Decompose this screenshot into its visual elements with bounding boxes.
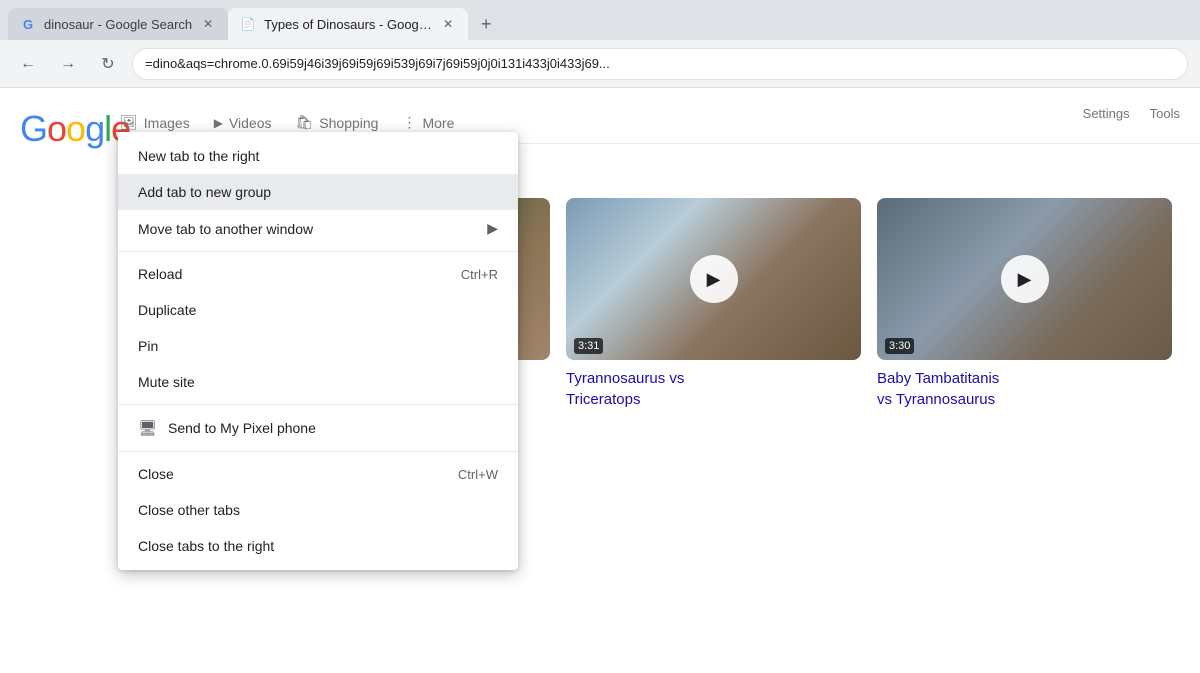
play-button-2[interactable]: ▶: [690, 255, 738, 303]
browser-toolbar: ← → ↻ =dino&aqs=chrome.0.69i59j46i39j69i…: [0, 40, 1200, 88]
menu-label-close: Close: [138, 466, 174, 482]
menu-item-close[interactable]: Close Ctrl+W: [118, 456, 518, 492]
menu-label-pin: Pin: [138, 338, 158, 354]
page-content: Google 🖼 Images ▶ Videos 🛍 Shopping ⋮ Mo…: [0, 88, 1200, 673]
video-thumb-bg-3: ▶: [877, 198, 1172, 360]
logo-o2: o: [66, 108, 85, 149]
tab-1-close[interactable]: ✕: [200, 16, 216, 32]
menu-item-reload[interactable]: Reload Ctrl+R: [118, 256, 518, 292]
shopping-icon: 🛍: [296, 114, 314, 131]
google-logo: Google: [20, 108, 130, 150]
menu-divider-2: [118, 404, 518, 405]
menu-item-close-tabs-right[interactable]: Close tabs to the right: [118, 528, 518, 564]
tab-1[interactable]: G dinosaur - Google Search ✕: [8, 8, 228, 40]
context-menu: New tab to the right Add tab to new grou…: [118, 132, 518, 570]
menu-label-close-tabs-right: Close tabs to the right: [138, 538, 274, 554]
menu-label-new-tab-right: New tab to the right: [138, 148, 259, 164]
video-duration-2: 3:31: [574, 338, 603, 354]
play-button-3[interactable]: ▶: [1001, 255, 1049, 303]
video-title-3: Baby Tambatitanis vs Tyrannosaurus: [877, 368, 1172, 410]
videos-label: Videos: [229, 115, 272, 131]
tools-link[interactable]: Tools: [1150, 106, 1180, 121]
menu-label-send-to-pixel: Send to My Pixel phone: [168, 420, 316, 436]
tab-1-title: dinosaur - Google Search: [44, 17, 192, 32]
menu-divider-3: [118, 451, 518, 452]
tab-2-close[interactable]: ✕: [440, 16, 456, 32]
menu-item-move-tab-window[interactable]: Move tab to another window ▶: [118, 210, 518, 247]
menu-label-mute-site: Mute site: [138, 374, 195, 390]
tab-2[interactable]: 📄 Types of Dinosaurs - Google Do... ✕: [228, 8, 468, 40]
menu-label-add-tab-group: Add tab to new group: [138, 184, 271, 200]
more-icon: ⋮: [402, 114, 416, 131]
address-bar[interactable]: =dino&aqs=chrome.0.69i59j46i39j69i59j69i…: [132, 48, 1188, 80]
video-thumb-2: ▶ 3:31: [566, 198, 861, 360]
logo-g: G: [20, 108, 47, 149]
menu-item-new-tab-right[interactable]: New tab to the right: [118, 138, 518, 174]
tab-1-favicon: G: [20, 16, 36, 32]
menu-item-pin[interactable]: Pin: [118, 328, 518, 364]
back-button[interactable]: ←: [12, 48, 44, 80]
menu-item-duplicate[interactable]: Duplicate: [118, 292, 518, 328]
video-card-3[interactable]: ▶ 3:30 Baby Tambatitanis vs Tyrannosauru…: [877, 198, 1172, 410]
menu-item-mute-site[interactable]: Mute site: [118, 364, 518, 400]
video-thumb-bg-2: ▶: [566, 198, 861, 360]
reload-button[interactable]: ↻: [92, 48, 124, 80]
forward-button[interactable]: →: [52, 48, 84, 80]
more-label: More: [422, 115, 454, 131]
images-icon: 🖼: [120, 114, 138, 131]
address-text: =dino&aqs=chrome.0.69i59j46i39j69i59j69i…: [145, 56, 610, 71]
settings-link[interactable]: Settings: [1083, 106, 1130, 121]
video-thumb-3: ▶ 3:30: [877, 198, 1172, 360]
menu-label-close-other-tabs: Close other tabs: [138, 502, 240, 518]
logo-o1: o: [47, 108, 66, 149]
browser-titlebar: G dinosaur - Google Search ✕ 📄 Types of …: [0, 0, 1200, 40]
video-duration-3: 3:30: [885, 338, 914, 354]
new-tab-button[interactable]: +: [472, 10, 500, 38]
video-card-2[interactable]: ▶ 3:31 Tyrannosaurus vs Triceratops: [566, 198, 861, 410]
tab-2-title: Types of Dinosaurs - Google Do...: [264, 17, 432, 32]
images-label: Images: [144, 115, 190, 131]
tab-2-favicon: 📄: [240, 16, 256, 32]
menu-shortcut-close: Ctrl+W: [458, 467, 498, 482]
menu-label-reload: Reload: [138, 266, 182, 282]
shopping-label: Shopping: [319, 115, 378, 131]
menu-label-move-tab-window: Move tab to another window: [138, 221, 313, 237]
menu-item-close-other-tabs[interactable]: Close other tabs: [118, 492, 518, 528]
menu-item-send-to-pixel[interactable]: 🖥 Send to My Pixel phone: [118, 409, 518, 447]
menu-shortcut-reload: Ctrl+R: [461, 267, 498, 282]
monitor-icon: 🖥: [138, 419, 156, 437]
logo-g2: g: [85, 108, 104, 149]
menu-label-duplicate: Duplicate: [138, 302, 196, 318]
settings-tools: Settings Tools: [1083, 106, 1180, 121]
videos-icon: ▶: [214, 116, 223, 130]
submenu-arrow-icon: ▶: [487, 220, 498, 237]
menu-item-add-tab-group[interactable]: Add tab to new group: [118, 174, 518, 210]
video-title-2: Tyrannosaurus vs Triceratops: [566, 368, 861, 410]
menu-divider-1: [118, 251, 518, 252]
